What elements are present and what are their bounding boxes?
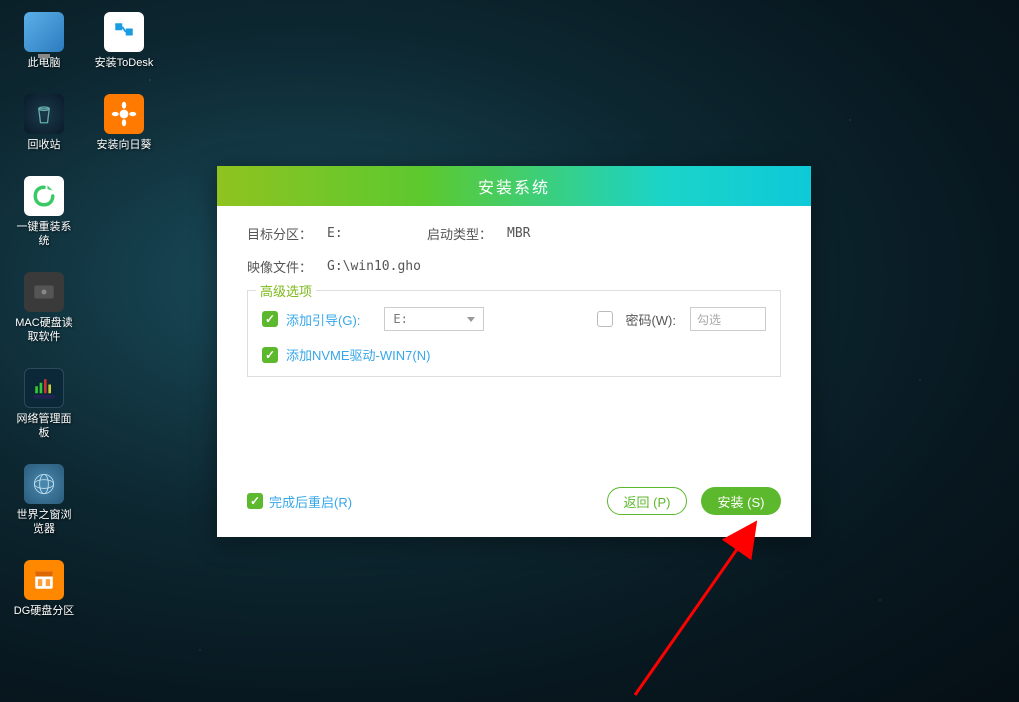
sunflower-icon <box>104 94 144 134</box>
desktop-icon-theworld-browser[interactable]: 世界之窗浏览器 <box>12 464 76 536</box>
icon-label: DG硬盘分区 <box>14 604 75 618</box>
password-input[interactable]: 勾选 <box>690 307 766 331</box>
image-file-value: G:\win10.gho <box>327 259 421 274</box>
install-button[interactable]: 安装 (S) <box>701 487 781 515</box>
annotation-arrow <box>620 520 840 700</box>
image-file-label: 映像文件： <box>247 257 327 276</box>
dialog-title: 安装系统 <box>217 166 811 206</box>
add-boot-label: 添加引导(G): <box>286 310 360 329</box>
add-boot-checkbox[interactable] <box>262 311 278 327</box>
return-button[interactable]: 返回 (P) <box>607 487 687 515</box>
restart-after-checkbox[interactable] <box>247 493 263 509</box>
desktop-icon-install-todesk[interactable]: 安装ToDesk <box>92 12 156 70</box>
nvme-driver-label: 添加NVME驱动-WIN7(N) <box>286 345 430 364</box>
dialog-body: 目标分区： E: 启动类型： MBR 映像文件： G:\win10.gho 高级… <box>217 206 811 537</box>
desktop-icon-grid: 此电脑 安装ToDesk 回收站 安装向日葵 一键重装系统 <box>12 12 156 642</box>
add-boot-partition-select[interactable]: E: <box>384 307 484 331</box>
restart-after-label: 完成后重启(R) <box>269 492 352 511</box>
recycle-bin-icon <box>24 94 64 134</box>
desktop-icon-network-panel[interactable]: 网络管理面板 <box>12 368 76 440</box>
onekey-icon <box>24 176 64 216</box>
icon-label: 回收站 <box>28 138 61 152</box>
desktop-icon-recycle-bin[interactable]: 回收站 <box>12 94 76 152</box>
boot-type-value: MBR <box>507 226 530 241</box>
desktop-icon-install-sunflower[interactable]: 安装向日葵 <box>92 94 156 152</box>
select-value: E: <box>393 312 407 326</box>
advanced-legend: 高级选项 <box>256 281 316 300</box>
pc-icon <box>24 12 64 52</box>
desktop-icon-this-pc[interactable]: 此电脑 <box>12 12 76 70</box>
advanced-options-group: 高级选项 添加引导(G): E: 密码(W): 勾选 添加NVME驱动-WIN7… <box>247 290 781 377</box>
password-checkbox[interactable] <box>597 311 613 327</box>
icon-label: 安装ToDesk <box>95 56 154 70</box>
password-label: 密码(W): <box>625 310 676 329</box>
icon-label: 此电脑 <box>28 56 61 70</box>
nvme-driver-checkbox[interactable] <box>262 347 278 363</box>
desktop-icon-onekey-reinstall[interactable]: 一键重装系统 <box>12 176 76 248</box>
dg-partition-icon <box>24 560 64 600</box>
globe-icon <box>24 464 64 504</box>
network-panel-icon <box>24 368 64 408</box>
icon-label: 安装向日葵 <box>97 138 152 152</box>
icon-label: 网络管理面板 <box>12 412 76 440</box>
icon-label: 世界之窗浏览器 <box>12 508 76 536</box>
target-partition-label: 目标分区： <box>247 224 327 243</box>
todesk-icon <box>104 12 144 52</box>
target-partition-value: E: <box>327 226 427 241</box>
desktop-icon-mac-disk-reader[interactable]: MAC硬盘读取软件 <box>12 272 76 344</box>
icon-label: MAC硬盘读取软件 <box>12 316 76 344</box>
boot-type-label: 启动类型： <box>427 224 507 243</box>
mac-disk-icon <box>24 272 64 312</box>
password-placeholder: 勾选 <box>697 311 721 328</box>
icon-label: 一键重装系统 <box>12 220 76 248</box>
desktop-icon-dg-partition[interactable]: DG硬盘分区 <box>12 560 76 618</box>
install-system-dialog: 安装系统 目标分区： E: 启动类型： MBR 映像文件： G:\win10.g… <box>217 166 811 537</box>
